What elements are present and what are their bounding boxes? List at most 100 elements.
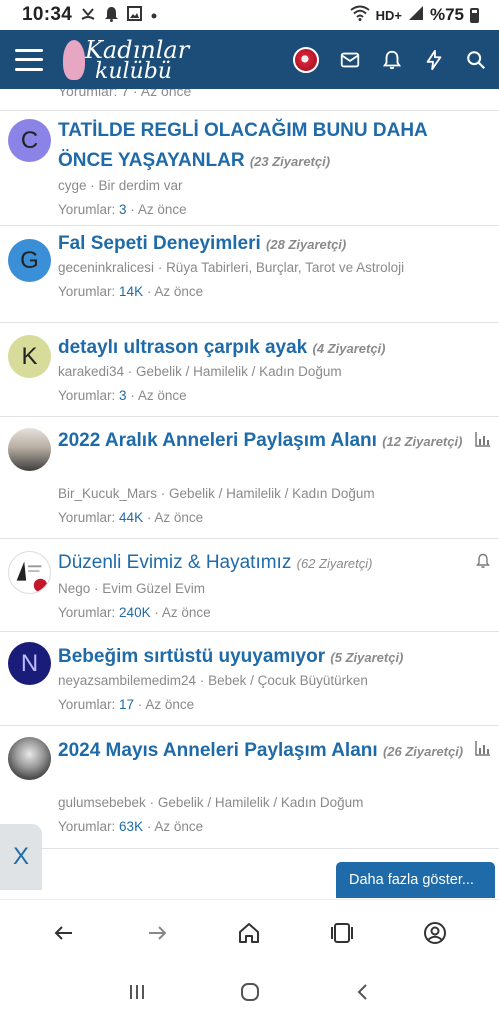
topic-meta: Bir_Kucuk_Mars · Gebelik / Hamilelik / K…: [58, 486, 375, 501]
post-time: Az önce: [145, 697, 195, 712]
notification-icon: [104, 6, 119, 25]
list-item[interactable]: Düzenli Evimiz & Hayatımız (62 Ziyaretçi…: [0, 539, 499, 632]
forum-name[interactable]: Gebelik / Hamilelik / Kadın Doğum: [136, 364, 342, 379]
bolt-icon[interactable]: [423, 49, 445, 71]
topic-title-text[interactable]: Düzenli Evimiz & Hayatımız: [58, 552, 291, 573]
show-more-button[interactable]: Daha fazla göster...: [336, 862, 495, 898]
comments-count[interactable]: 44K: [119, 510, 143, 525]
app-header: Kadınlar kulübü: [0, 30, 499, 89]
comments-label: Yorumlar:: [58, 202, 116, 217]
comments-count[interactable]: 3: [119, 202, 127, 217]
topic-title-text[interactable]: TATİLDE REGLİ OLACAĞIM BUNU DAHA ÖNCE YA…: [58, 120, 427, 171]
topic-title[interactable]: detaylı ultrason çarpık ayak (4 Ziyaretç…: [58, 333, 473, 364]
logo-text-line2: kulübü: [95, 58, 172, 84]
list-item[interactable]: G Fal Sepeti Deneyimleri (28 Ziyaretçi) …: [0, 226, 499, 323]
tabs-icon[interactable]: [328, 919, 356, 947]
recents-icon[interactable]: [127, 982, 147, 1007]
comments-count[interactable]: 17: [119, 697, 134, 712]
avatar-letter: G: [20, 246, 39, 274]
search-icon[interactable]: [465, 49, 487, 71]
header-actions: [293, 46, 487, 73]
home-icon[interactable]: [235, 919, 263, 947]
topic-stats: Yorumlar: 63K · Az önce: [58, 819, 204, 834]
clock: 10:34: [22, 4, 73, 25]
avatar[interactable]: [293, 46, 319, 73]
account-icon[interactable]: [421, 919, 449, 947]
visitor-count: (23 Ziyaretçi): [249, 154, 331, 169]
status-left: 10:34: [22, 4, 158, 26]
home-circle-icon[interactable]: [240, 982, 260, 1007]
comments-count[interactable]: 14K: [119, 284, 143, 299]
network-type: HD+: [375, 7, 402, 23]
topic-title-text[interactable]: 2022 Aralık Anneleri Paylaşım Alanı: [58, 430, 377, 451]
author-name[interactable]: cyge: [58, 178, 87, 193]
topic-stats: Yorumlar: 44K · Az önce: [58, 510, 204, 525]
comments-label: Yorumlar:: [58, 510, 116, 525]
close-icon[interactable]: X: [13, 843, 29, 871]
author-name[interactable]: Nego: [58, 581, 90, 596]
comments-label: Yorumlar:: [58, 605, 116, 620]
bell-icon[interactable]: [475, 553, 491, 569]
forward-icon[interactable]: [143, 919, 171, 947]
forum-name[interactable]: Rüya Tabirleri, Burçlar, Tarot ve Astrol…: [166, 260, 404, 275]
avatar[interactable]: C: [8, 119, 51, 162]
forum-name[interactable]: Gebelik / Hamilelik / Kadın Doğum: [169, 486, 375, 501]
bell-icon[interactable]: [381, 49, 403, 71]
status-right: HD+ %75: [349, 5, 479, 26]
avatar[interactable]: [8, 428, 51, 471]
avatar[interactable]: [8, 737, 51, 780]
battery-percent: %75: [429, 5, 464, 24]
mail-icon[interactable]: [339, 49, 361, 71]
post-time: Az önce: [137, 388, 187, 403]
topic-meta: Nego · Evim Güzel Evim: [58, 581, 206, 596]
comments-count[interactable]: 63K: [119, 819, 143, 834]
topic-meta: gulumsebebek · Gebelik / Hamilelik / Kad…: [58, 795, 364, 810]
topic-title[interactable]: TATİLDE REGLİ OLACAĞIM BUNU DAHA ÖNCE YA…: [58, 116, 473, 177]
list-item[interactable]: K detaylı ultrason çarpık ayak (4 Ziyare…: [0, 323, 499, 417]
topic-meta: cyge · Bir derdim var: [58, 178, 183, 193]
topic-title[interactable]: 2024 Mayıs Anneleri Paylaşım Alanı (26 Z…: [58, 736, 469, 767]
list-item[interactable]: C TATİLDE REGLİ OLACAĞIM BUNU DAHA ÖNCE …: [0, 111, 499, 226]
topic-title-text[interactable]: Bebeğim sırtüstü uyuyamıyor: [58, 646, 325, 667]
comments-count[interactable]: 240K: [119, 605, 151, 620]
visitor-count: (62 Ziyaretçi): [296, 556, 373, 571]
avatar[interactable]: K: [8, 335, 51, 378]
forum-name[interactable]: Gebelik / Hamilelik / Kadın Doğum: [158, 795, 364, 810]
forum-name[interactable]: Bir derdim var: [99, 178, 183, 193]
topic-title[interactable]: Bebeğim sırtüstü uyuyamıyor (5 Ziyaretçi…: [58, 642, 473, 673]
back-chevron-icon[interactable]: [353, 982, 373, 1007]
list-item[interactable]: 2024 Mayıs Anneleri Paylaşım Alanı (26 Z…: [0, 726, 499, 849]
logo-figure-icon: [63, 39, 85, 80]
author-name[interactable]: karakedi34: [58, 364, 124, 379]
signal-icon: [408, 5, 424, 26]
topic-title[interactable]: Fal Sepeti Deneyimleri (28 Ziyaretçi): [58, 229, 473, 260]
author-name[interactable]: geceninkralicesi: [58, 260, 154, 275]
close-tab[interactable]: X: [0, 824, 42, 890]
chart-icon: [475, 741, 490, 756]
battery-icon: [470, 7, 479, 23]
list-item[interactable]: 2022 Aralık Anneleri Paylaşım Alanı (12 …: [0, 417, 499, 539]
author-name[interactable]: neyazsambilemedim24: [58, 673, 196, 688]
avatar-letter: N: [20, 649, 39, 677]
back-icon[interactable]: [50, 919, 78, 947]
comments-count[interactable]: 3: [119, 388, 127, 403]
author-name[interactable]: Bir_Kucuk_Mars: [58, 486, 157, 501]
avatar[interactable]: N: [8, 642, 51, 685]
site-logo[interactable]: Kadınlar kulübü: [63, 34, 193, 86]
avatar[interactable]: G: [8, 239, 51, 282]
menu-icon[interactable]: [15, 48, 43, 71]
forum-name[interactable]: Evim Güzel Evim: [102, 581, 205, 596]
topic-title[interactable]: Düzenli Evimiz & Hayatımız (62 Ziyaretçi…: [58, 548, 469, 579]
topic-title-text[interactable]: 2024 Mayıs Anneleri Paylaşım Alanı: [58, 740, 378, 761]
list-item[interactable]: N Bebeğim sırtüstü uyuyamıyor (5 Ziyaret…: [0, 632, 499, 726]
author-name[interactable]: gulumsebebek: [58, 795, 146, 810]
visitor-count: (4 Ziyaretçi): [312, 341, 386, 356]
post-time: Az önce: [154, 284, 204, 299]
forum-name[interactable]: Bebek / Çocuk Büyütürken: [208, 673, 368, 688]
topic-title-text[interactable]: detaylı ultrason çarpık ayak: [58, 337, 307, 358]
comments-label: Yorumlar:: [58, 697, 116, 712]
avatar[interactable]: [8, 551, 51, 594]
topic-stats: Yorumlar: 17 · Az önce: [58, 697, 195, 712]
topic-title-text[interactable]: Fal Sepeti Deneyimleri: [58, 233, 261, 254]
topic-title[interactable]: 2022 Aralık Anneleri Paylaşım Alanı (12 …: [58, 426, 469, 457]
